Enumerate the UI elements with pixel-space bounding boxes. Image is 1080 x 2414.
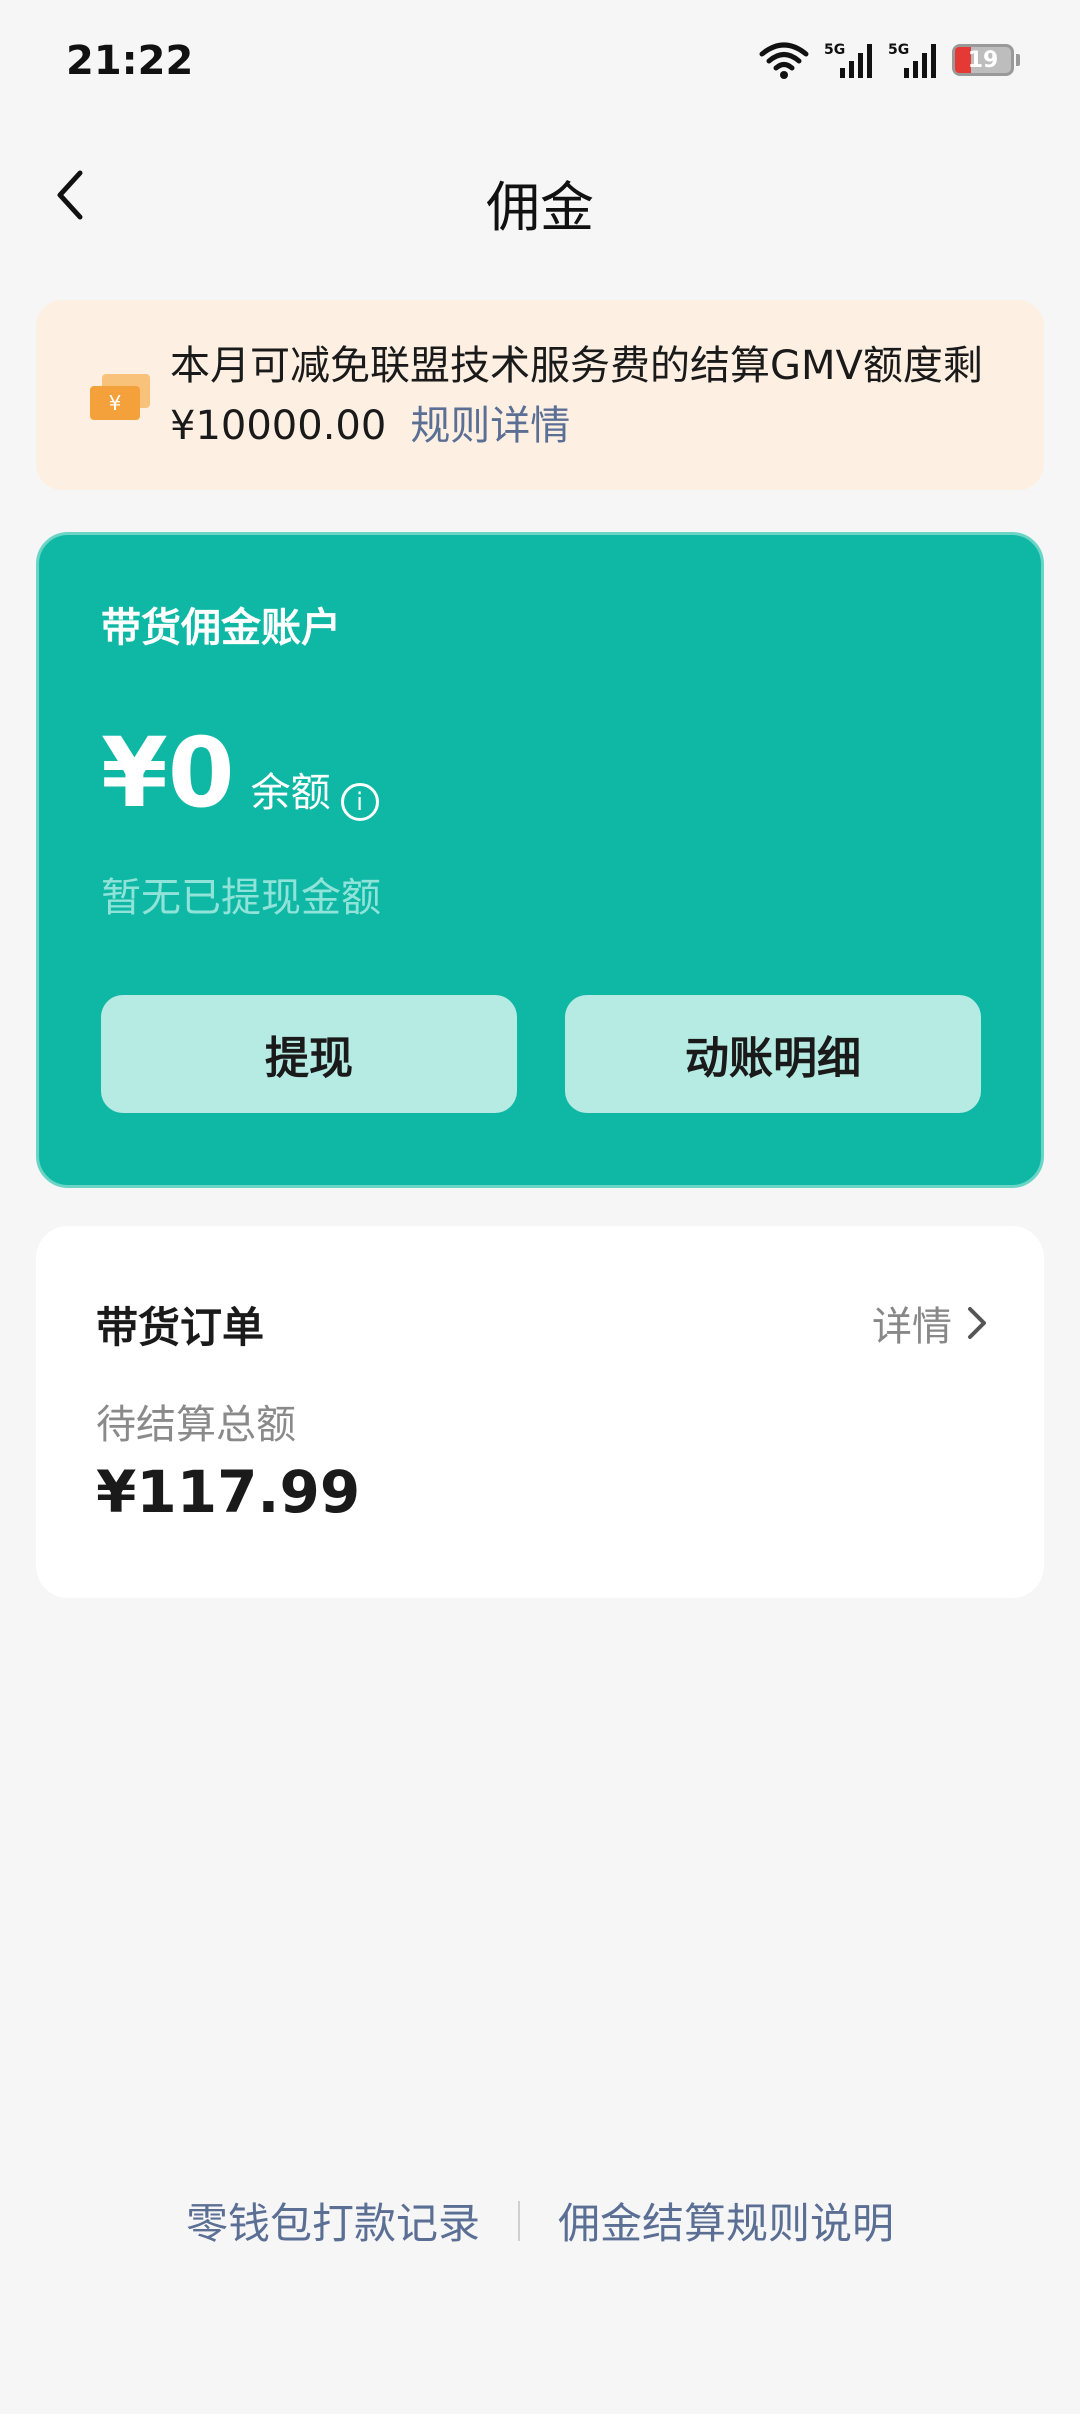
commission-rules-link[interactable]: 佣金结算规则说明 bbox=[558, 2190, 894, 2251]
nav-header: 佣金 bbox=[0, 145, 1080, 245]
wifi-icon bbox=[759, 42, 809, 79]
money-stack-icon: ¥ bbox=[90, 374, 150, 420]
battery-icon: 19 bbox=[952, 44, 1014, 76]
notice-text: 本月可减免联盟技术服务费的结算GMV额度剩 ¥10000.00 规则详情 bbox=[170, 336, 1020, 456]
pending-total-amount: ¥117.99 bbox=[96, 1458, 361, 1526]
commission-account-card: 带货佣金账户 ¥0 余额 i 暂无已提现金额 提现 动账明细 bbox=[36, 532, 1044, 1188]
balance-label: 余额 bbox=[250, 770, 331, 816]
svg-text:5G: 5G bbox=[824, 42, 845, 58]
page-title: 佣金 bbox=[486, 176, 594, 239]
orders-card: 带货订单 详情 待结算总额 ¥117.99 bbox=[36, 1226, 1044, 1598]
footer-links: 零钱包打款记录 佣金结算规则说明 bbox=[0, 2190, 1080, 2251]
battery-level: 19 bbox=[967, 47, 999, 73]
wallet-records-link[interactable]: 零钱包打款记录 bbox=[186, 2190, 480, 2251]
orders-title: 带货订单 bbox=[96, 1303, 265, 1352]
status-icons: 5G 5G 19 bbox=[758, 40, 1020, 80]
account-title: 带货佣金账户 bbox=[101, 605, 341, 651]
status-bar: 21:22 5G 5G 19 bbox=[0, 0, 1080, 130]
balance-amount: ¥0 bbox=[101, 717, 235, 829]
status-time: 21:22 bbox=[66, 38, 194, 84]
svg-text:5G: 5G bbox=[888, 42, 909, 58]
transaction-detail-button[interactable]: 动账明细 bbox=[565, 995, 981, 1113]
chevron-right-icon bbox=[968, 1307, 986, 1339]
orders-detail-link[interactable]: 详情 bbox=[872, 1294, 988, 1352]
pending-total-label: 待结算总额 bbox=[96, 1402, 296, 1448]
signal-5g-icon: 5G bbox=[824, 42, 872, 78]
signal-5g-icon: 5G bbox=[888, 42, 936, 78]
withdraw-button[interactable]: 提现 bbox=[101, 995, 517, 1113]
info-icon[interactable]: i bbox=[340, 783, 379, 821]
footer-divider bbox=[518, 2200, 520, 2241]
orders-detail-label: 详情 bbox=[872, 1304, 952, 1350]
notice-message: 本月可减免联盟技术服务费的结算GMV额度剩 ¥10000.00 bbox=[170, 343, 983, 449]
rules-detail-link[interactable]: 规则详情 bbox=[410, 403, 570, 449]
notice-banner: ¥ 本月可减免联盟技术服务费的结算GMV额度剩 ¥10000.00 规则详情 bbox=[36, 300, 1044, 490]
balance-row: ¥0 余额 i bbox=[101, 725, 379, 821]
withdrawn-text: 暂无已提现金额 bbox=[101, 875, 381, 921]
svg-text:¥: ¥ bbox=[109, 391, 122, 415]
